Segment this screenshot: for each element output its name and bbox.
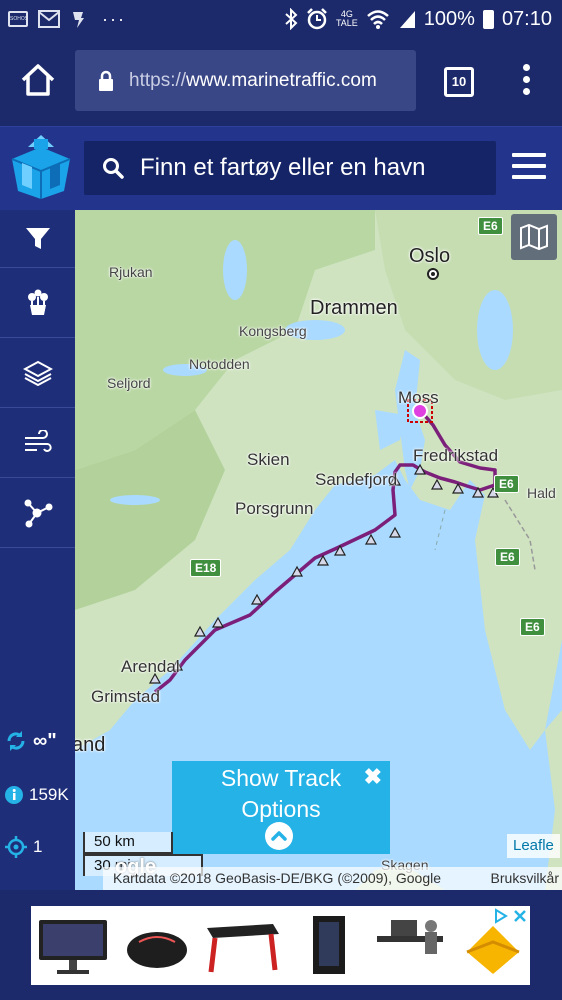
more-notifications-icon: ··· [102, 8, 126, 29]
label-drammen: Drammen [310, 297, 398, 319]
label-fredrikstad: Fredrikstad [413, 446, 499, 465]
filter-icon [25, 227, 50, 249]
leaflet-link[interactable]: Leafle [507, 834, 560, 858]
label-porsgrunn: Porsgrunn [235, 499, 314, 518]
search-placeholder: Finn et fartøy eller en havn [140, 154, 426, 181]
wind-icon [24, 429, 52, 452]
fleet-icon [27, 289, 48, 315]
vessel-count: 159K [0, 770, 75, 820]
label-skien: Skien [247, 450, 290, 469]
ad-content[interactable] [31, 906, 530, 985]
browser-toolbar: https://www.marinetraffic.com 10 [0, 38, 562, 126]
ad-controls [493, 908, 528, 924]
network-icon [24, 499, 52, 527]
browser-menu-icon[interactable] [516, 64, 536, 100]
screen: SOHOS ··· 4G TALE 100% 07:10 https://www.… [0, 0, 562, 1000]
filter-button[interactable] [0, 210, 75, 268]
road-e6-mid: E6 [494, 475, 519, 493]
label-rjukan: Rjukan [109, 264, 153, 280]
terms-link[interactable]: Bruksvilkår [491, 867, 559, 890]
home-icon[interactable] [18, 60, 58, 100]
close-icon[interactable]: ✖ [364, 764, 382, 790]
tab-switcher-button[interactable]: 10 [444, 67, 474, 97]
battery-percent: 100% [423, 7, 475, 30]
label-grimstad: Grimstad [91, 687, 160, 706]
label-arendal: Arendal [121, 657, 180, 676]
chevron-up-icon[interactable] [265, 822, 293, 850]
road-e6-lower: E6 [495, 548, 520, 566]
map-sidebar: ∞" 159K 1 [0, 210, 75, 890]
tracked-count-value: 1 [33, 837, 43, 856]
vessel-count-value: 159K [29, 785, 69, 804]
notification-icon [73, 12, 84, 28]
mouse-product [127, 932, 187, 968]
battery-icon [482, 9, 494, 29]
pc-case-product [313, 916, 345, 974]
map-icon [520, 223, 548, 251]
map-layers-button[interactable] [511, 214, 557, 260]
search-icon [103, 158, 124, 179]
bluetooth-icon [285, 8, 298, 30]
label-oslo: Oslo [409, 245, 451, 267]
map-view[interactable]: Oslo Drammen Kongsberg Notodden Rjukan S… [75, 210, 562, 890]
refresh-label: ∞" [33, 729, 57, 752]
signal-icon [399, 11, 415, 28]
refresh-rate[interactable]: ∞" [0, 716, 75, 766]
road-e6-top: E6 [478, 217, 503, 235]
scale-km: 50 km [83, 832, 173, 854]
target-icon [5, 836, 27, 858]
network-type: 4G TALE [335, 9, 358, 28]
info-icon [5, 786, 23, 804]
clock: 07:10 [501, 7, 552, 30]
desk-product [207, 924, 279, 973]
search-input[interactable]: Finn et fartøy eller en havn [84, 141, 496, 195]
ad-close-icon[interactable] [512, 908, 528, 924]
marinetraffic-logo-icon[interactable] [8, 133, 74, 201]
status-bar: SOHOS ··· 4G TALE 100% 07:10 [0, 0, 562, 38]
tracked-count: 1 [0, 822, 75, 872]
attribution-text: Kartdata ©2018 GeoBasis-DE/BKG (©2009), … [113, 870, 442, 886]
app-notification-icon: SOHOS [8, 11, 28, 27]
track-options-panel[interactable]: Show Track Options ✖ [172, 761, 390, 854]
label-notodden: Notodden [189, 356, 250, 372]
label-sandefjord: Sandefjord [315, 470, 398, 489]
wifi-icon [366, 10, 389, 29]
gaming-setup-product [377, 920, 443, 954]
label-seljord: Seljord [107, 375, 151, 391]
gmail-icon [38, 10, 60, 28]
label-moss: Moss [398, 388, 439, 407]
refresh-icon [7, 731, 25, 751]
road-e18: E18 [190, 559, 222, 577]
network-button[interactable] [0, 478, 75, 548]
fleet-button[interactable] [0, 268, 75, 338]
adchoices-icon[interactable] [493, 908, 509, 924]
ad-banner [0, 890, 562, 1000]
lock-icon [99, 70, 113, 91]
address-bar[interactable]: https://www.marinetraffic.com [75, 50, 416, 111]
track-options-title[interactable]: Show Track Options [172, 763, 390, 825]
label-kongsberg: Kongsberg [239, 323, 307, 339]
layers-side-button[interactable] [0, 338, 75, 408]
weather-button[interactable] [0, 408, 75, 478]
hamburger-menu-icon[interactable] [512, 153, 546, 181]
road-e6-bottom: E6 [520, 618, 545, 636]
monitor-product [39, 920, 107, 974]
layers-icon [22, 360, 53, 386]
alarm-icon [307, 8, 327, 30]
map-attribution: Kartdata ©2018 GeoBasis-DE/BKG (©2009), … [103, 867, 562, 890]
site-header: Finn et fartøy eller en havn [0, 126, 562, 210]
label-halden: Hald [527, 485, 556, 501]
label-land: and [75, 734, 106, 756]
url-text: https://www.marinetraffic.com [129, 69, 377, 91]
